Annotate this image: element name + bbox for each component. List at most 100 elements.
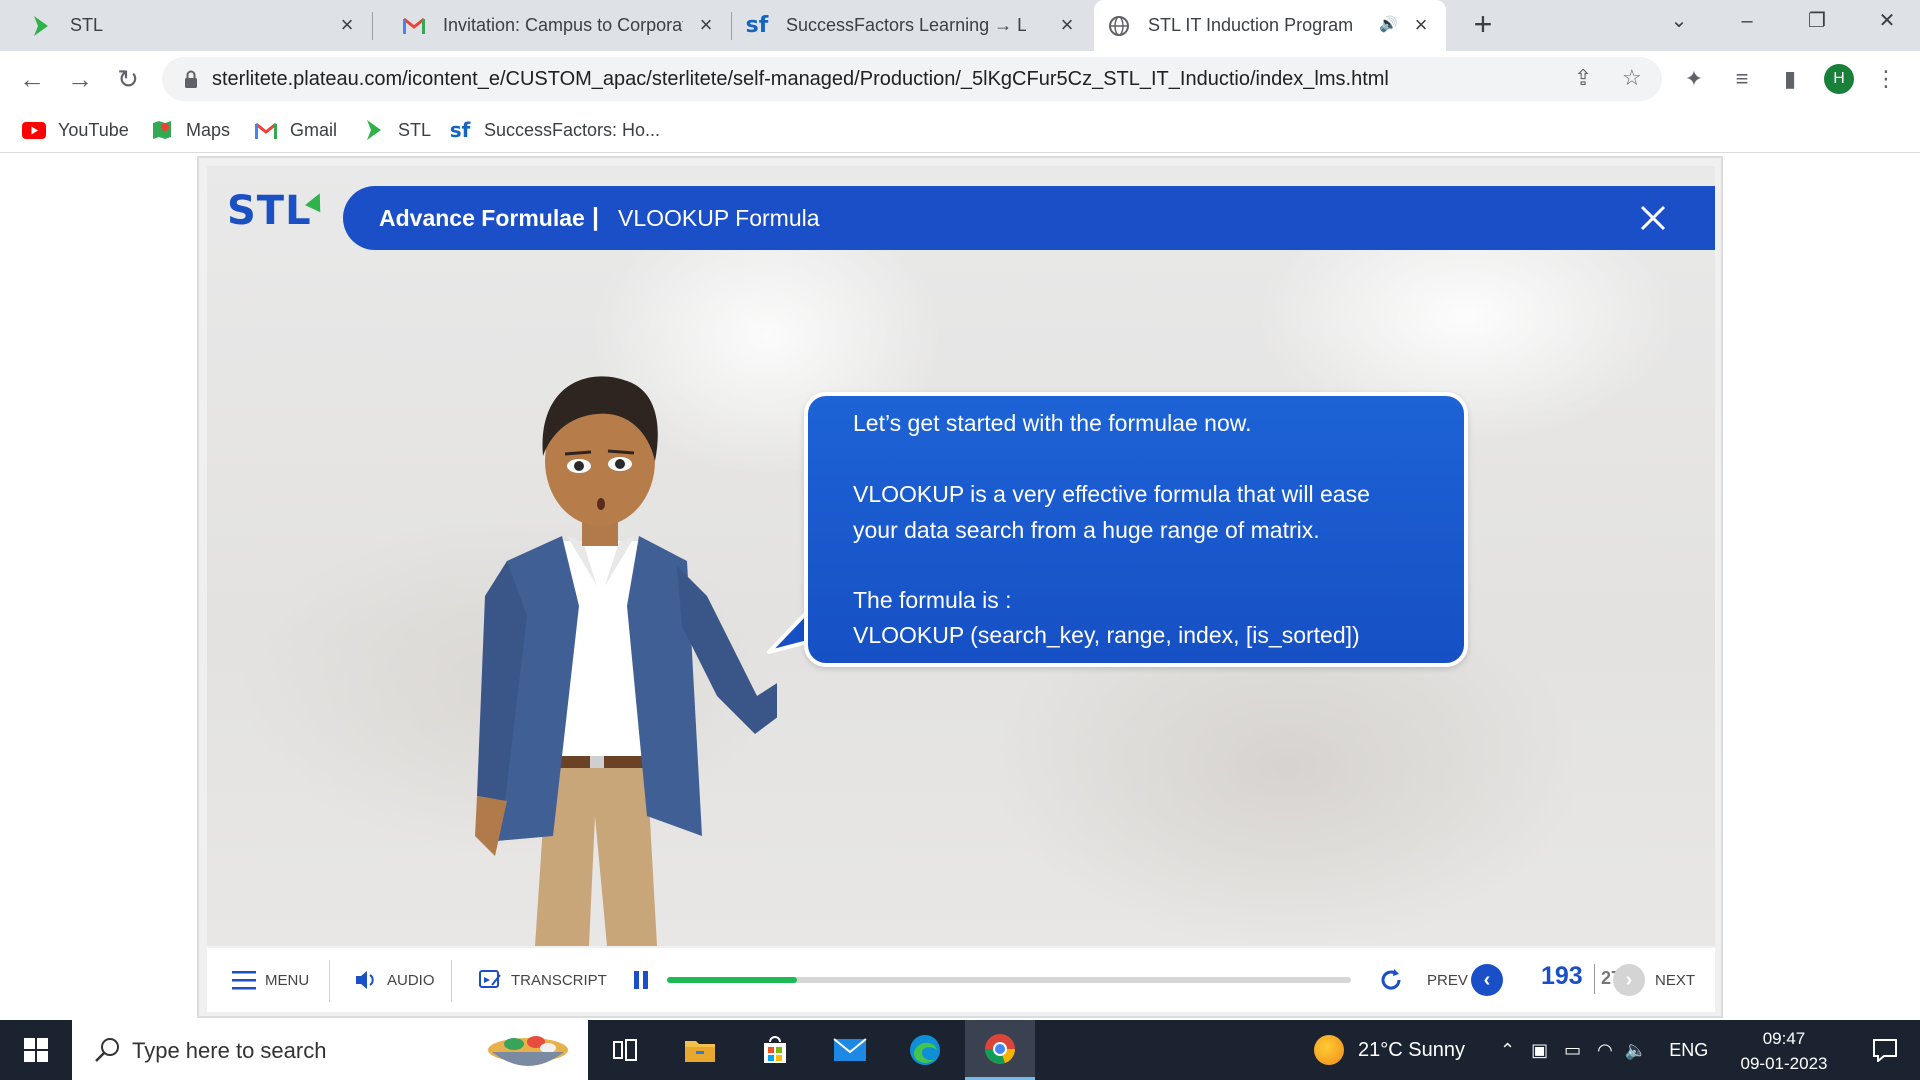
chevron-right-icon: › [1625, 968, 1633, 991]
speech-bubble: Let’s get started with the formulae now.… [804, 392, 1468, 667]
progress-track[interactable] [667, 977, 1351, 983]
tab-search-chevron-icon[interactable]: ⌄ [1650, 0, 1708, 42]
taskbar-search-box[interactable]: Type here to search [72, 1020, 588, 1080]
current-page-number: 193 [1541, 962, 1583, 990]
section-title: Advance Formulae [379, 205, 585, 231]
show-hidden-icons-chevron-icon[interactable]: ⌃ [1500, 1040, 1515, 1061]
close-icon[interactable]: × [1056, 14, 1078, 36]
close-window-button[interactable]: ✕ [1858, 0, 1916, 42]
prev-label[interactable]: PREV [1427, 968, 1468, 992]
menu-button[interactable]: MENU [231, 968, 309, 992]
tab-stl[interactable]: STL × [0, 0, 372, 51]
tab-stl-it-induction[interactable]: STL IT Induction Program 🔊 × [1094, 0, 1446, 51]
gmail-icon [254, 118, 278, 142]
wifi-icon[interactable]: ◠ [1597, 1040, 1613, 1061]
share-icon[interactable]: ⇪ [1574, 65, 1592, 91]
tab-successfactors[interactable]: sf SuccessFactors Learning → Learn × [732, 0, 1092, 51]
close-icon[interactable]: × [1410, 14, 1432, 36]
bookmark-star-icon[interactable]: ☆ [1622, 65, 1642, 91]
bookmark-maps[interactable]: Maps [150, 117, 230, 143]
reload-button[interactable]: ↻ [110, 61, 146, 97]
tab-gmail-invitation[interactable]: Invitation: Campus to Corporate × [373, 0, 731, 51]
prev-button[interactable]: ‹ [1471, 964, 1503, 996]
media-control-icon[interactable]: ≡ [1728, 65, 1756, 93]
formula-line: VLOOKUP (search_key, range, index, [is_s… [853, 622, 1360, 648]
bubble-line: your data search from a huge range of ma… [853, 517, 1320, 543]
tab-title: Invitation: Campus to Corporate [443, 15, 683, 35]
folder-icon [685, 1041, 715, 1062]
stl-favicon-icon [362, 118, 386, 142]
bookmark-successfactors[interactable]: sf SuccessFactors: Ho... [448, 117, 660, 143]
maps-icon [150, 118, 174, 142]
chrome-button[interactable] [965, 1020, 1035, 1080]
audio-label: AUDIO [387, 971, 435, 989]
control-divider [329, 960, 330, 1002]
replay-button[interactable] [1377, 966, 1405, 994]
close-icon[interactable]: × [336, 14, 358, 36]
gmail-icon [403, 15, 425, 37]
weather-widget[interactable]: 21°C Sunny [1314, 1020, 1465, 1080]
side-panel-icon[interactable]: ▮ [1776, 65, 1804, 93]
forward-button[interactable]: → [62, 61, 98, 97]
input-language[interactable]: ENG [1669, 1040, 1708, 1061]
restore-button[interactable]: ❐ [1788, 0, 1846, 42]
tab-title: STL IT Induction Program [1148, 15, 1354, 35]
title-separator: | [592, 203, 599, 231]
microsoft-store-button[interactable] [740, 1020, 810, 1080]
bookmark-youtube[interactable]: YouTube [22, 117, 129, 143]
mail-button[interactable] [815, 1020, 885, 1080]
notification-icon [1873, 1039, 1897, 1062]
topic-title: VLOOKUP Formula [618, 205, 820, 231]
back-button[interactable]: ← [14, 61, 50, 97]
edge-icon [910, 1035, 940, 1065]
url-text[interactable]: sterlitete.plateau.com/icontent_e/CUSTOM… [212, 68, 1389, 91]
windows-taskbar: Type here to search 21°C Sunny ⌃ ▣ ▭ ◠ 🔈… [0, 1020, 1920, 1080]
stl-favicon-icon [30, 15, 52, 37]
bookmark-stl[interactable]: STL [362, 117, 431, 143]
lock-icon[interactable] [180, 68, 202, 90]
pause-icon [634, 971, 648, 989]
taskbar-clock[interactable]: 09:47 09-01-2023 [1734, 1026, 1834, 1076]
edge-browser-button[interactable] [890, 1020, 960, 1080]
profile-avatar[interactable]: H [1824, 64, 1854, 94]
more-menu-icon[interactable]: ⋮ [1872, 65, 1900, 93]
volume-icon[interactable]: 🔈 [1625, 1040, 1647, 1061]
notifications-button[interactable] [1850, 1020, 1920, 1080]
control-divider [451, 960, 452, 1002]
pause-button[interactable] [633, 968, 649, 992]
task-view-button[interactable] [590, 1020, 660, 1080]
globe-icon [1108, 15, 1130, 37]
system-tray: ⌃ ▣ ▭ ◠ 🔈 ENG [1500, 1020, 1708, 1080]
next-label[interactable]: NEXT [1655, 968, 1695, 992]
bookmark-gmail[interactable]: Gmail [254, 117, 337, 143]
minimize-button[interactable]: – [1718, 0, 1776, 42]
tab-audio-playing-icon[interactable]: 🔊 [1379, 15, 1398, 33]
audio-button[interactable]: AUDIO [353, 968, 435, 992]
tab-title: STL [70, 15, 104, 35]
bookmark-label: SuccessFactors: Ho... [484, 119, 661, 140]
course-player: STL▲ Advance Formulae | VLOOKUP Formula [197, 156, 1723, 1018]
tab-title: SuccessFactors Learning → Learn [786, 15, 1026, 35]
search-placeholder: Type here to search [132, 1038, 327, 1063]
next-button[interactable]: › [1613, 964, 1645, 996]
battery-icon[interactable]: ▭ [1564, 1040, 1581, 1061]
transcript-button[interactable]: TRANSCRIPT [477, 968, 607, 992]
mail-icon [833, 1038, 867, 1061]
start-button[interactable] [0, 1020, 72, 1080]
bubble-line: The formula is : [853, 587, 1012, 613]
close-icon[interactable]: × [695, 14, 717, 36]
address-bar[interactable]: sterlitete.plateau.com/icontent_e/CUSTOM… [162, 57, 1662, 101]
close-icon[interactable] [1637, 202, 1669, 234]
meet-now-icon[interactable]: ▣ [1531, 1040, 1548, 1061]
file-explorer-button[interactable] [665, 1020, 735, 1080]
browser-toolbar: ← → ↻ sterlitete.plateau.com/icontent_e/… [0, 51, 1920, 107]
weather-text: 21°C Sunny [1358, 1038, 1465, 1061]
chrome-icon [985, 1033, 1015, 1064]
chevron-left-icon: ‹ [1483, 968, 1491, 991]
extensions-puzzle-icon[interactable]: ✦ [1680, 65, 1708, 93]
bookmark-label: STL [398, 119, 432, 140]
new-tab-button[interactable]: + [1466, 8, 1500, 42]
sun-icon [1314, 1035, 1344, 1065]
task-view-icon [613, 1039, 637, 1061]
slide-stage: STL▲ Advance Formulae | VLOOKUP Formula [207, 166, 1715, 946]
